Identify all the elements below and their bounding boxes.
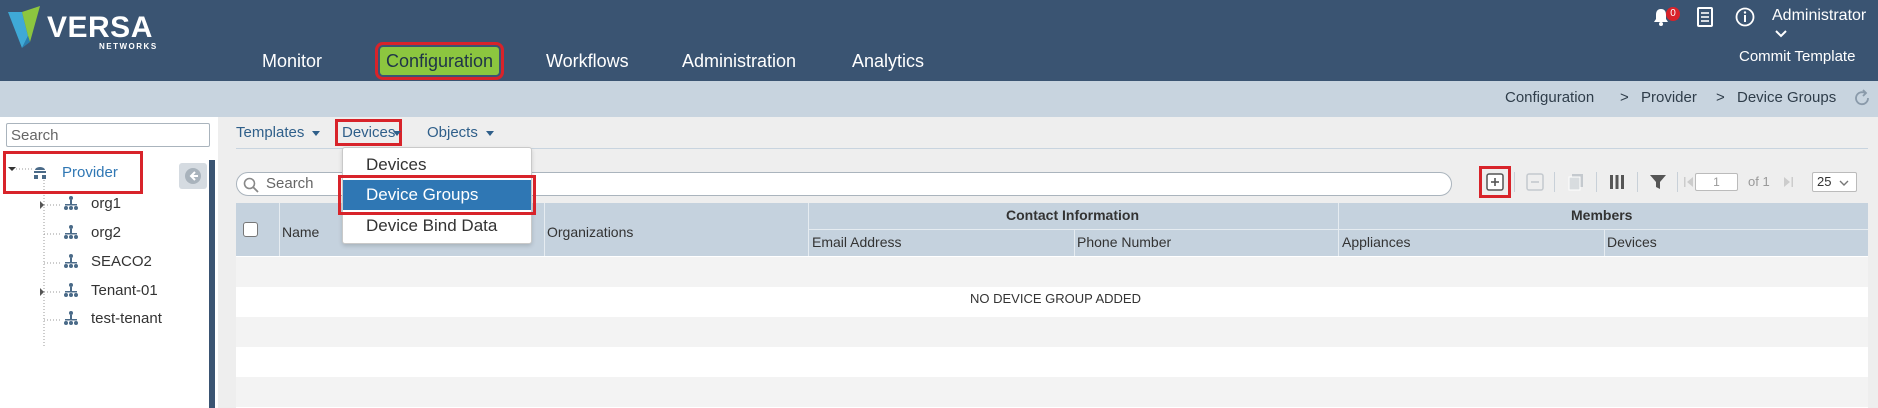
column-divider [544, 203, 545, 256]
devices-dropdown-menu: Devices Device Groups Device Bind Data [338, 147, 536, 244]
arrow-left-circle-icon [185, 168, 201, 184]
collapse-panel-button[interactable] [179, 163, 207, 189]
tree-search-input[interactable] [6, 123, 210, 147]
tenant-icon [64, 225, 78, 239]
page-size-value: 25 [1817, 174, 1832, 189]
column-divider [279, 203, 280, 256]
group-header-members: Members [1571, 207, 1633, 223]
tenant-icon [64, 196, 78, 210]
user-menu[interactable]: Administrator [1772, 7, 1878, 43]
task-list-icon[interactable] [1694, 6, 1716, 28]
page-size-select[interactable]: 25 [1812, 172, 1857, 192]
tree-scrollbar[interactable] [209, 160, 215, 408]
empty-table-message: NO DEVICE GROUP ADDED [970, 291, 1141, 306]
tab-objects[interactable]: Objects [427, 124, 494, 141]
column-header-name[interactable]: Name [282, 224, 319, 240]
menu-item-device-bind-data[interactable]: Device Bind Data [343, 211, 531, 241]
menu-item-devices[interactable]: Devices [343, 150, 531, 180]
commit-template-button[interactable]: Commit Template [1739, 48, 1855, 65]
tenant-icon [64, 283, 78, 297]
toolbar-separator [1637, 172, 1638, 192]
brand-name: VERSA [47, 11, 153, 44]
page-number-input[interactable]: 1 [1695, 173, 1738, 191]
column-header-phone-number[interactable]: Phone Number [1077, 234, 1171, 250]
header-group-divider [808, 229, 1868, 230]
nav-monitor[interactable]: Monitor [262, 47, 322, 75]
chevron-down-icon [1839, 180, 1849, 186]
tree-item-label: test-tenant [91, 310, 162, 327]
provider-org-icon [34, 167, 46, 179]
tenant-icon [64, 311, 78, 325]
breadcrumb-separator: > [1716, 89, 1725, 106]
breadcrumb-device-groups: Device Groups [1737, 89, 1837, 106]
brand-subtitle: NETWORKS [99, 42, 158, 51]
delete-button[interactable] [1524, 171, 1546, 193]
user-name: Administrator [1772, 7, 1867, 24]
caret-down-icon [312, 130, 321, 136]
column-divider [1074, 229, 1075, 256]
page-total: of 1 [1748, 174, 1770, 189]
breadcrumb-provider[interactable]: Provider [1641, 89, 1697, 106]
column-header-organizations[interactable]: Organizations [547, 224, 633, 240]
breadcrumb-configuration[interactable]: Configuration [1505, 89, 1594, 106]
next-page-icon[interactable] [1776, 171, 1798, 193]
caret-down-icon [393, 130, 401, 136]
notification-count-badge: 0 [1666, 7, 1680, 21]
nav-analytics[interactable]: Analytics [852, 47, 924, 75]
toolbar-separator [1514, 172, 1515, 192]
versa-logo-mark-icon [8, 6, 40, 48]
nav-administration[interactable]: Administration [682, 47, 796, 75]
tree-panel: Provider org1 org2 SEACO2 Tenant-01 [0, 117, 218, 408]
search-icon [243, 177, 259, 193]
tab-templates[interactable]: Templates [236, 124, 321, 141]
tab-label: Templates [236, 124, 305, 141]
menu-item-device-groups[interactable]: Device Groups [338, 175, 536, 215]
chevron-down-icon [1775, 30, 1787, 38]
clone-button[interactable] [1565, 171, 1587, 193]
tenant-icon [64, 254, 78, 268]
tree-item-label: SEACO2 [91, 253, 152, 270]
nav-configuration[interactable]: Configuration [374, 42, 505, 80]
breadcrumb: Configuration > Provider > Device Groups [0, 81, 1878, 117]
top-navigation-bar: VERSA NETWORKS Monitor Configuration Wor… [0, 0, 1878, 81]
column-divider [1604, 229, 1605, 256]
table-row [236, 317, 1868, 347]
config-tabs: Templates Devices Objects [218, 117, 1878, 149]
filter-icon[interactable] [1647, 171, 1669, 193]
info-icon[interactable] [1734, 6, 1756, 28]
tree-connectors [8, 167, 62, 347]
toolbar-separator [1596, 172, 1597, 192]
toolbar-separator [1554, 172, 1555, 192]
tree-item-label: org1 [91, 195, 122, 212]
add-button[interactable] [1479, 166, 1511, 198]
column-header-appliances[interactable]: Appliances [1342, 234, 1411, 250]
table-row [236, 257, 1868, 287]
toolbar-separator [1677, 172, 1678, 192]
group-header-contact-information: Contact Information [1006, 207, 1139, 223]
select-all-checkbox[interactable] [243, 222, 258, 237]
columns-icon[interactable] [1606, 171, 1628, 193]
tree-item-label: Tenant-01 [91, 282, 158, 299]
nav-workflows[interactable]: Workflows [546, 47, 629, 75]
column-header-email-address[interactable]: Email Address [812, 234, 901, 250]
caret-down-icon [485, 130, 494, 136]
tree-root-provider[interactable]: Provider [3, 151, 143, 194]
versa-logo[interactable]: VERSA NETWORKS [6, 6, 158, 51]
table-row [236, 377, 1868, 407]
tab-label: Devices [342, 124, 396, 141]
tab-devices-caret[interactable] [393, 124, 401, 141]
column-header-devices[interactable]: Devices [1607, 234, 1657, 250]
tab-label: Objects [427, 124, 478, 141]
tab-devices[interactable]: Devices [334, 119, 403, 146]
tree-item-label: org2 [91, 224, 122, 241]
tree-root-label: Provider [62, 164, 118, 181]
breadcrumb-separator: > [1620, 89, 1629, 106]
grid-search-placeholder: Search [266, 175, 314, 192]
refresh-icon[interactable] [1852, 88, 1872, 108]
